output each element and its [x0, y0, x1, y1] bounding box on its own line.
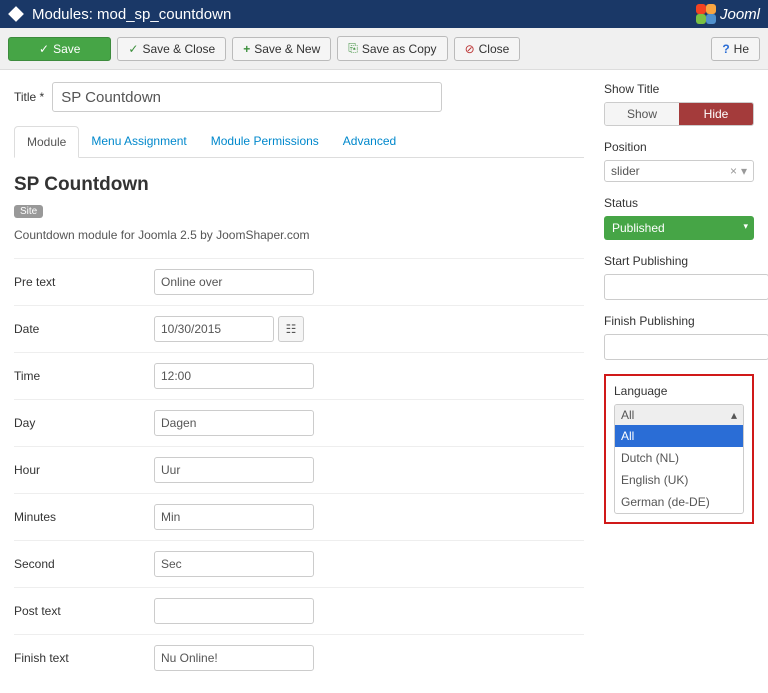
tab-module[interactable]: Module: [14, 126, 79, 158]
save-close-button[interactable]: Save & Close: [117, 37, 226, 61]
hour-label: Hour: [14, 463, 154, 477]
title-input[interactable]: [52, 82, 442, 112]
language-option-all[interactable]: All: [615, 425, 743, 447]
show-button[interactable]: Show: [605, 103, 679, 125]
status-select[interactable]: Published: [604, 216, 754, 240]
status-value: Published: [612, 221, 665, 235]
pretext-input[interactable]: [154, 269, 314, 295]
copy-icon: [348, 41, 358, 56]
toolbar: Save Save & Close Save & New Save as Cop…: [0, 28, 768, 70]
save-button[interactable]: Save: [8, 37, 111, 61]
close-label: Close: [479, 42, 510, 56]
posttext-label: Post text: [14, 604, 154, 618]
main-panel: Title * Module Menu Assignment Module Pe…: [14, 82, 584, 681]
position-value: slider: [611, 164, 640, 178]
hide-button[interactable]: Hide: [679, 103, 753, 125]
joomla-logo: Jooml: [696, 4, 760, 24]
language-label: Language: [614, 384, 744, 398]
save-label: Save: [53, 42, 80, 56]
day-input[interactable]: [154, 410, 314, 436]
joomla-icon: [696, 4, 716, 24]
save-new-label: Save & New: [254, 42, 320, 56]
title-label: Title *: [14, 90, 44, 104]
close-icon: [465, 42, 475, 56]
help-button[interactable]: He: [711, 37, 760, 61]
tab-module-permissions[interactable]: Module Permissions: [199, 126, 331, 157]
pretext-label: Pre text: [14, 275, 154, 289]
check-icon: [128, 42, 138, 56]
side-panel: Show Title Show Hide Position slider ▾ × S…: [604, 82, 754, 681]
tabs: Module Menu Assignment Module Permission…: [14, 126, 584, 158]
minutes-label: Minutes: [14, 510, 154, 524]
check-icon: [39, 42, 49, 56]
finish-pub-label: Finish Publishing: [604, 314, 754, 328]
module-description: Countdown module for Joomla 2.5 by JoomS…: [14, 228, 584, 242]
show-title-label: Show Title: [604, 82, 754, 96]
page-title: Modules: mod_sp_countdown: [32, 6, 231, 23]
minutes-input[interactable]: [154, 504, 314, 530]
position-label: Position: [604, 140, 754, 154]
joomla-logo-text: Jooml: [720, 6, 760, 23]
save-copy-label: Save as Copy: [362, 42, 437, 56]
finishtext-input[interactable]: [154, 645, 314, 671]
finish-pub-input[interactable]: [604, 334, 768, 360]
language-selected[interactable]: All▴: [615, 405, 743, 425]
tab-advanced[interactable]: Advanced: [331, 126, 408, 157]
chevron-up-icon: ▴: [731, 408, 737, 422]
finishtext-label: Finish text: [14, 651, 154, 665]
time-label: Time: [14, 369, 154, 383]
start-pub-label: Start Publishing: [604, 254, 754, 268]
posttext-input[interactable]: [154, 598, 314, 624]
day-label: Day: [14, 416, 154, 430]
language-select[interactable]: All▴ All Dutch (NL) English (UK) German …: [614, 404, 744, 514]
calendar-icon[interactable]: [278, 316, 304, 342]
second-label: Second: [14, 557, 154, 571]
page-header: Modules: mod_sp_countdown Jooml: [0, 0, 768, 28]
second-input[interactable]: [154, 551, 314, 577]
plus-icon: [243, 42, 250, 56]
date-input[interactable]: [154, 316, 274, 342]
help-label: He: [734, 42, 749, 56]
position-select[interactable]: slider ▾ ×: [604, 160, 754, 182]
save-copy-button[interactable]: Save as Copy: [337, 36, 447, 61]
show-title-toggle: Show Hide: [604, 102, 754, 126]
hour-input[interactable]: [154, 457, 314, 483]
clear-icon[interactable]: ×: [730, 164, 737, 178]
help-icon: [722, 42, 729, 56]
save-close-label: Save & Close: [142, 42, 215, 56]
close-button[interactable]: Close: [454, 37, 521, 61]
chevron-down-icon: ▾: [741, 164, 747, 178]
language-section: Language All▴ All Dutch (NL) English (UK…: [604, 374, 754, 524]
module-icon: [8, 6, 24, 22]
language-option-english[interactable]: English (UK): [615, 469, 743, 491]
language-option-dutch[interactable]: Dutch (NL): [615, 447, 743, 469]
status-label: Status: [604, 196, 754, 210]
tab-menu-assignment[interactable]: Menu Assignment: [79, 126, 198, 157]
start-pub-input[interactable]: [604, 274, 768, 300]
save-new-button[interactable]: Save & New: [232, 37, 331, 61]
language-option-german[interactable]: German (de-DE): [615, 491, 743, 513]
time-input[interactable]: [154, 363, 314, 389]
module-name: SP Countdown: [14, 174, 584, 196]
date-label: Date: [14, 322, 154, 336]
site-badge: Site: [14, 205, 43, 218]
